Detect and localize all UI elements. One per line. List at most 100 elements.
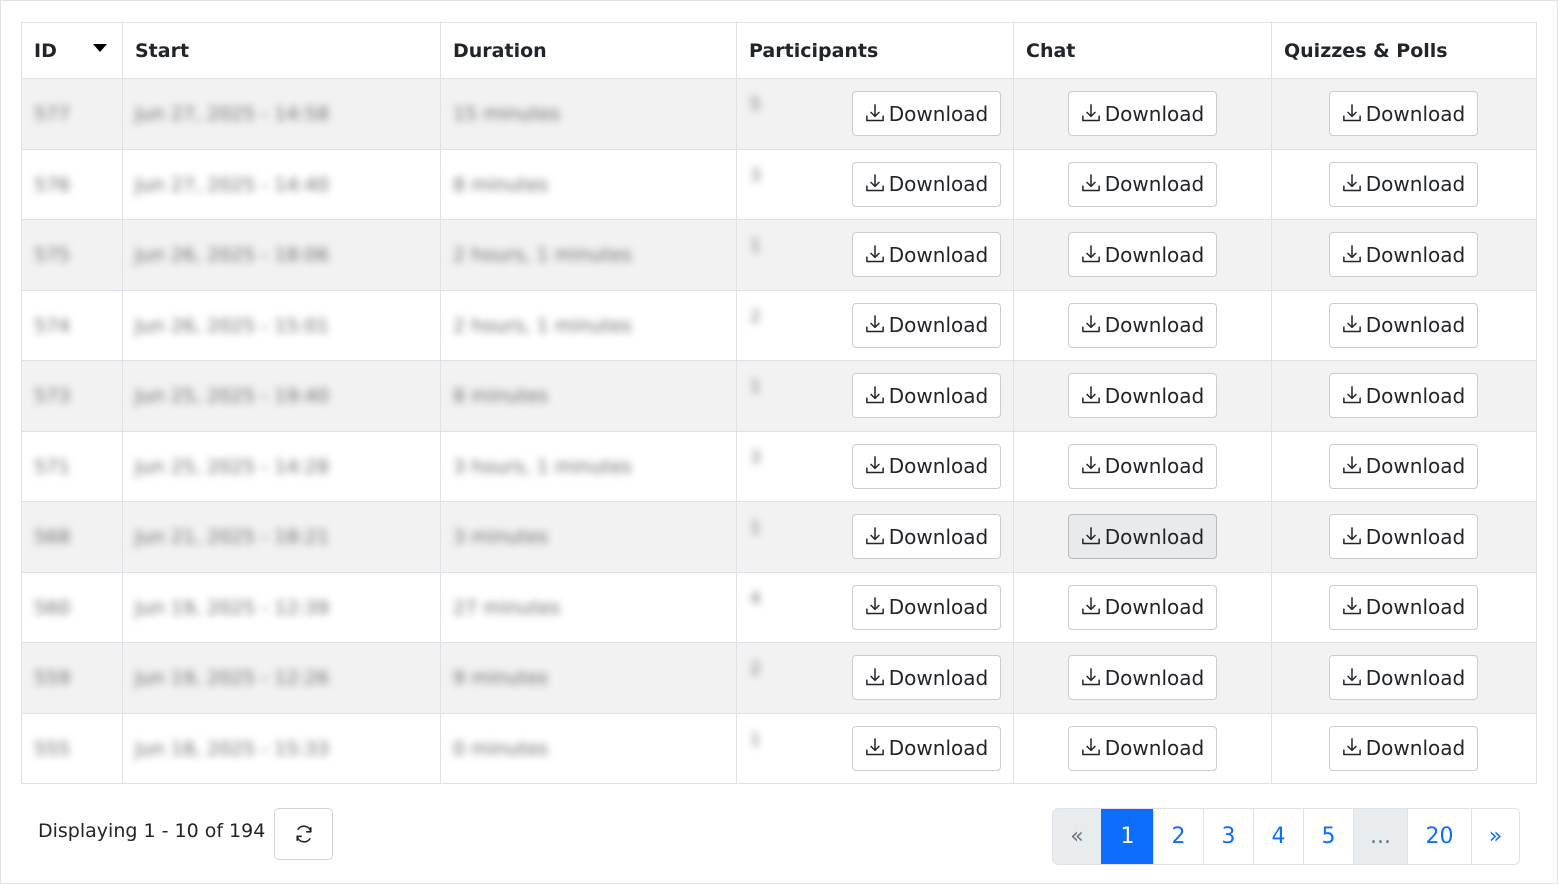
download-quizzes-button[interactable]: Download [1329,443,1478,489]
cell-id: 574 [21,289,123,361]
download-label: Download [1104,242,1205,267]
cell-quizzes: Download [1271,360,1537,432]
download-chat-button[interactable]: Download [1068,232,1217,277]
download-label: Download [888,595,989,619]
header-participants-label: Participants [749,39,879,62]
cell-chat: Download [1013,712,1272,784]
participant-count: 3 [750,447,761,468]
table-row: 575 Jun 26, 2025 - 18:06 2 hours, 1 minute… [21,219,1537,291]
cell-duration: 2 hours, 1 minutes [440,289,737,361]
header-participants[interactable]: Participants [736,22,1014,79]
download-participants-button[interactable]: Download [852,161,1001,207]
download-label: Download [888,242,989,267]
sort-descending-icon[interactable] [93,44,107,52]
pagination-next[interactable]: » [1471,809,1519,864]
table-row: 571 Jun 25, 2025 - 14:28 3 hours, 1 minute… [21,430,1537,502]
cell-quizzes: Download [1271,78,1537,150]
cell-participants: 3 Download [736,430,1014,502]
download-quizzes-button[interactable]: Download [1329,91,1478,136]
pagination-page-3[interactable]: 3 [1203,809,1253,864]
download-participants-button[interactable]: Download [852,232,1001,277]
download-quizzes-button[interactable]: Download [1329,373,1478,418]
download-label: Download [1365,101,1466,126]
download-participants-button[interactable]: Download [852,584,1001,630]
download-participants-button[interactable]: Download [852,302,1001,348]
download-quizzes-button[interactable]: Download [1329,725,1478,771]
pagination-page-last[interactable]: 20 [1407,809,1471,864]
header-quizzes-label: Quizzes & Polls [1284,39,1448,62]
meeting-duration: 9 minutes [453,667,549,689]
download-chat-button[interactable]: Download [1068,655,1217,700]
download-participants-button[interactable]: Download [852,91,1001,136]
download-chat-button[interactable]: Download [1068,91,1217,136]
cell-duration: 8 minutes [440,360,737,432]
download-icon [1342,103,1361,121]
download-chat-button[interactable]: Download [1068,161,1217,207]
download-participants-button[interactable]: Download [852,514,1001,559]
cell-participants: 2 Download [736,289,1014,361]
header-chat[interactable]: Chat [1013,22,1272,79]
download-quizzes-button[interactable]: Download [1329,655,1478,700]
download-label: Download [1365,383,1466,408]
meeting-duration: 2 hours, 1 minutes [453,314,632,337]
download-chat-button[interactable]: Download [1068,302,1217,348]
download-icon [1342,738,1361,756]
participant-count: 5 [750,95,761,115]
table-row: 573 Jun 25, 2025 - 19:40 8 minutes 1 Downloa… [21,360,1537,432]
download-chat-button[interactable]: Download [1068,584,1217,630]
pagination-page-1[interactable]: 1 [1101,809,1153,864]
download-icon [1081,315,1100,333]
cell-participants: 3 Download [736,148,1014,220]
download-chat-button[interactable]: Download [1068,725,1217,771]
cell-quizzes: Download [1271,289,1537,361]
download-icon [865,456,884,474]
meeting-duration: 15 minutes [453,103,561,125]
cell-id: 559 [21,642,123,714]
cell-participants: 1 Download [736,219,1014,291]
refresh-button[interactable] [274,808,333,860]
download-participants-button[interactable]: Download [852,655,1001,700]
download-chat-button[interactable]: Download [1068,373,1217,418]
download-quizzes-button[interactable]: Download [1329,302,1478,348]
pagination-page-2[interactable]: 2 [1153,809,1203,864]
table-row: 559 Jun 19, 2025 - 12:26 9 minutes 2 Downloa… [21,642,1537,714]
meeting-id: 555 [34,737,71,760]
cell-participants: 1 Download [736,360,1014,432]
download-quizzes-button[interactable]: Download [1329,232,1478,277]
download-icon [865,103,884,121]
meeting-start: Jun 27, 2025 - 14:40 [135,173,330,196]
download-participants-button[interactable]: Download [852,373,1001,418]
participant-count: 4 [750,588,761,609]
cell-participants: 1 Download [736,712,1014,784]
download-quizzes-button[interactable]: Download [1329,584,1478,630]
header-duration[interactable]: Duration [440,22,737,79]
download-icon [1342,244,1361,262]
cell-start: Jun 19, 2025 - 12:26 [122,642,441,714]
pagination-page-4[interactable]: 4 [1253,809,1303,864]
download-participants-button[interactable]: Download [852,443,1001,489]
header-id[interactable]: ID [21,22,123,79]
cell-participants: 1 Download [736,501,1014,573]
cell-id: 560 [21,571,123,643]
cell-id: 571 [21,430,123,502]
cell-chat: Download [1013,571,1272,643]
cell-duration: 15 minutes [440,78,737,150]
download-label: Download [888,665,989,690]
cell-chat: Download [1013,289,1272,361]
download-quizzes-button[interactable]: Download [1329,161,1478,207]
cell-quizzes: Download [1271,642,1537,714]
cell-quizzes: Download [1271,712,1537,784]
header-start[interactable]: Start [122,22,441,79]
meeting-start: Jun 26, 2025 - 18:06 [135,244,330,266]
meeting-id: 568 [34,526,71,548]
cell-start: Jun 25, 2025 - 19:40 [122,360,441,432]
pagination-page-5[interactable]: 5 [1303,809,1353,864]
download-chat-button[interactable]: Download [1068,514,1217,559]
download-label: Download [1104,736,1205,760]
pagination-prev[interactable]: « [1053,809,1101,864]
cell-chat: Download [1013,360,1272,432]
download-quizzes-button[interactable]: Download [1329,514,1478,559]
download-chat-button[interactable]: Download [1068,443,1217,489]
header-quizzes[interactable]: Quizzes & Polls [1271,22,1537,79]
download-participants-button[interactable]: Download [852,725,1001,771]
